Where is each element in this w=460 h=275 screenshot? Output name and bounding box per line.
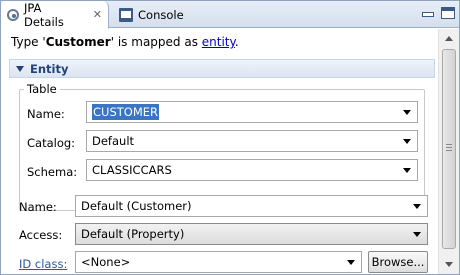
chevron-down-icon — [347, 260, 355, 265]
view-toolbar — [421, 7, 455, 19]
schema-value: CLASSICCARS — [92, 163, 172, 177]
mapping-middle: ' is mapped as — [110, 35, 202, 49]
entity-name-label: Name: — [19, 200, 57, 214]
mapped-type-name: Customer — [45, 35, 111, 49]
mapping-prefix: Type ' — [11, 35, 46, 49]
maximize-icon[interactable] — [441, 7, 455, 19]
table-name-value: CUSTOMER — [92, 104, 160, 120]
entity-section-title: Entity — [30, 61, 69, 76]
catalog-label: Catalog: — [27, 136, 76, 150]
id-class-combo[interactable]: <None> — [75, 251, 362, 273]
details-content: Type 'Customer' is mapped as entity. Ent… — [2, 29, 438, 274]
table-group-label: Table — [24, 82, 60, 96]
entity-section-header[interactable]: Entity — [9, 59, 435, 78]
catalog-value: Default — [92, 134, 135, 148]
vertical-scrollbar[interactable] — [438, 29, 459, 274]
browse-button[interactable]: Browse... — [368, 251, 428, 273]
table-name-label: Name: — [27, 107, 65, 121]
catalog-combo[interactable]: Default — [86, 130, 418, 152]
chevron-down-icon — [403, 139, 411, 144]
access-combo[interactable]: Default (Property) — [75, 223, 428, 245]
schema-label: Schema: — [27, 165, 78, 179]
collapse-triangle-icon[interactable] — [16, 65, 24, 72]
chevron-down-icon — [403, 110, 411, 115]
tab-jpa-details[interactable]: JPA Details ✕ — [1, 1, 109, 29]
mapping-suffix: . — [234, 35, 239, 49]
id-class-label[interactable]: ID class: — [19, 257, 67, 271]
jpa-details-icon — [7, 8, 19, 21]
access-label: Access: — [19, 228, 63, 242]
scrollbar-thumb[interactable] — [442, 49, 456, 249]
id-class-link[interactable]: ID class: — [19, 257, 67, 271]
mapping-description: Type 'Customer' is mapped as entity. — [11, 35, 239, 49]
chevron-down-icon — [413, 232, 421, 237]
mapping-type-link[interactable]: entity — [202, 35, 235, 49]
entity-name-combo[interactable]: Default (Customer) — [75, 195, 428, 217]
chevron-down-icon — [413, 204, 421, 209]
schema-combo[interactable]: CLASSICCARS — [86, 159, 418, 181]
entity-name-value: Default (Customer) — [81, 199, 192, 213]
scroll-up-icon[interactable] — [441, 31, 457, 47]
grip-line — [446, 147, 452, 148]
table-name-combo[interactable]: CUSTOMER — [86, 101, 418, 123]
tab-console-label: Console — [138, 7, 184, 22]
tab-console[interactable]: Console — [113, 1, 203, 28]
tab-bar: JPA Details ✕ Console — [1, 1, 459, 29]
minimize-icon[interactable] — [421, 7, 435, 19]
id-class-value: <None> — [81, 255, 131, 269]
scroll-down-icon[interactable] — [441, 257, 457, 273]
tab-jpa-details-label: JPA Details — [23, 0, 64, 29]
grip-line — [446, 150, 452, 151]
chevron-down-icon — [403, 168, 411, 173]
close-tab-icon[interactable]: ✕ — [93, 8, 102, 21]
access-value: Default (Property) — [81, 227, 185, 241]
console-icon — [119, 7, 133, 22]
grip-line — [446, 144, 452, 145]
jpa-details-view: JPA Details ✕ Console Type 'Customer' is… — [0, 0, 460, 275]
